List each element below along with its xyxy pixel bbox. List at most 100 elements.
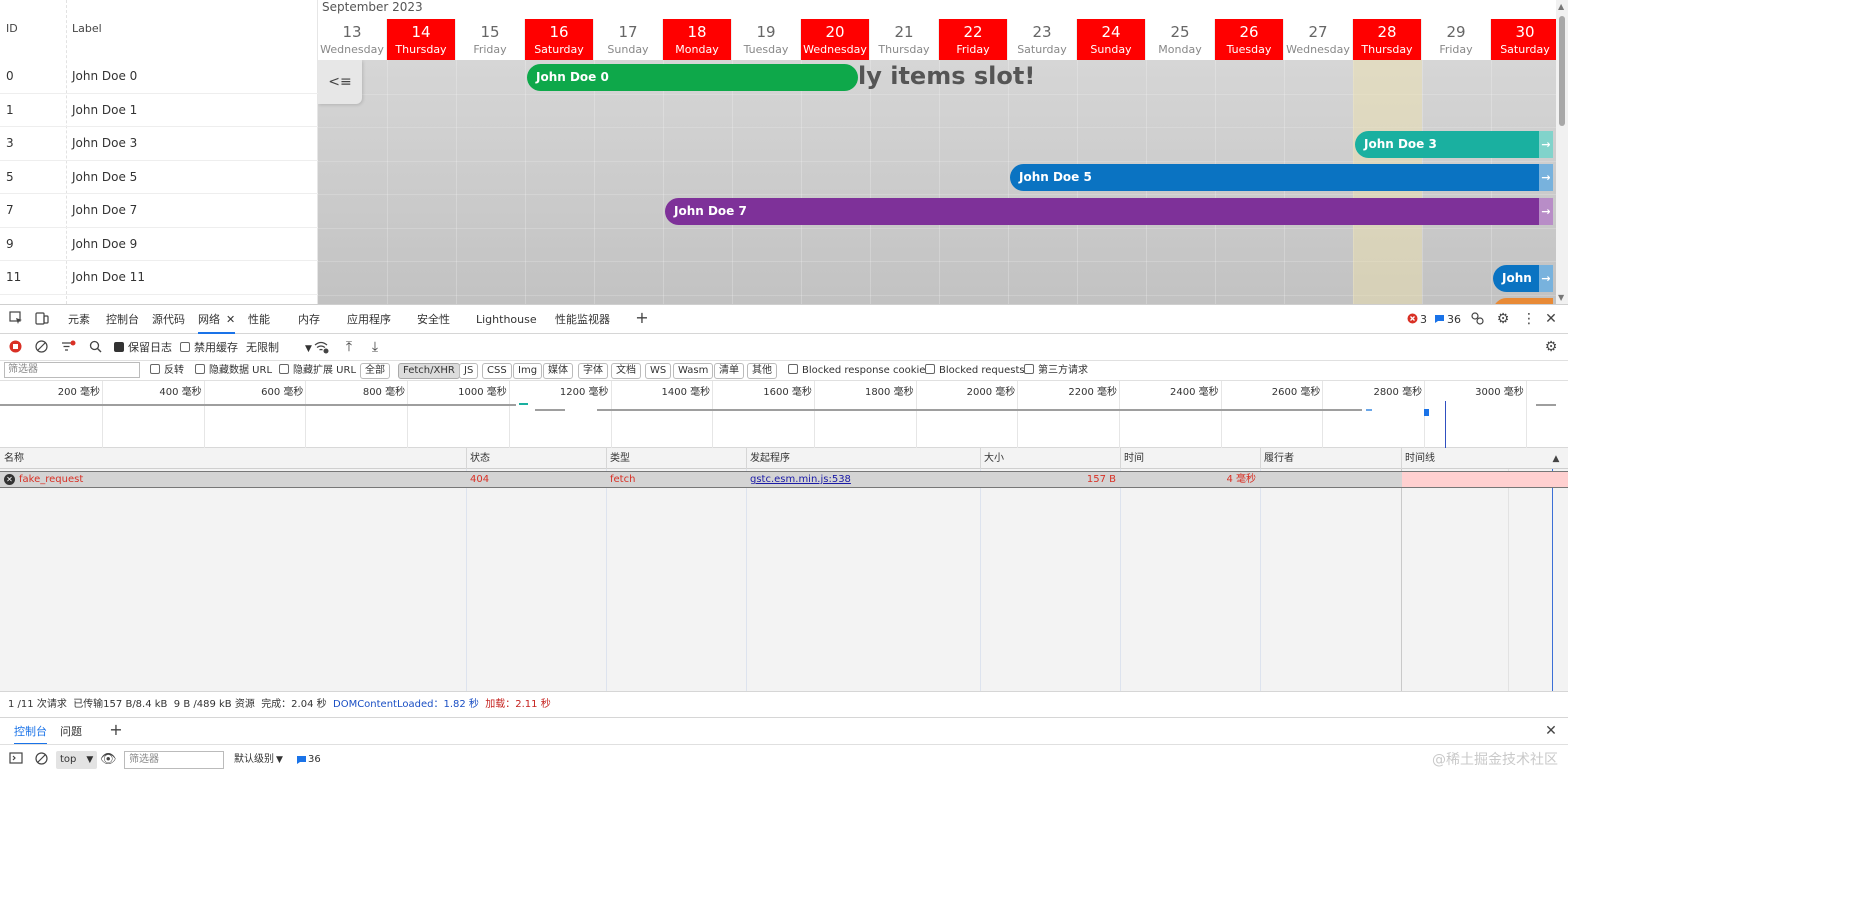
arrow-right-icon[interactable]: → [1539, 130, 1553, 158]
inspect-element-icon[interactable] [8, 311, 24, 327]
day-header-cell[interactable]: 21 Thursday [870, 19, 939, 60]
day-header-cell[interactable]: 20 Wednesday [801, 19, 870, 60]
day-header-cell[interactable]: 26 Tuesday [1215, 19, 1284, 60]
resource-type-chip[interactable]: Wasm [673, 363, 714, 379]
hide-data-url-checkbox[interactable]: 隐藏数据 URL [195, 361, 272, 381]
resource-type-chip[interactable]: JS [459, 363, 479, 379]
day-header-cell[interactable]: 17 Sunday [594, 19, 663, 60]
resource-type-chip[interactable]: Fetch/XHR [398, 363, 460, 379]
sync-icon[interactable] [1469, 311, 1485, 327]
network-overview-timeline[interactable]: 200 毫秒 400 毫秒 600 毫秒 800 毫秒 1000 毫秒 1200 毫秒 14… [0, 381, 1568, 448]
network-filter-input[interactable]: 筛选器 [4, 362, 140, 378]
device-toolbar-icon[interactable] [34, 311, 50, 327]
scrollbar-thumb[interactable] [1559, 16, 1565, 126]
day-header-cell[interactable]: 29 Friday [1422, 19, 1491, 60]
resource-type-chip[interactable]: 全部 [360, 363, 390, 379]
resource-type-chip[interactable]: CSS [482, 363, 512, 379]
list-header-id[interactable]: ID [6, 0, 18, 60]
checkbox-icon[interactable] [279, 364, 289, 374]
console-filter-input[interactable]: 筛选器 [124, 751, 224, 769]
list-item[interactable]: 1 John Doe 1 [0, 94, 318, 127]
checkbox-icon[interactable] [180, 342, 190, 352]
close-drawer-icon[interactable]: ✕ [1543, 723, 1559, 739]
gantt-bar[interactable]: John Doe 3 → [1355, 130, 1553, 158]
close-devtools-icon[interactable]: ✕ [1543, 311, 1559, 327]
throttling-select[interactable]: 无限制 ▼ [246, 334, 312, 361]
arrow-right-icon[interactable]: → [1539, 197, 1553, 225]
sort-ascending-icon[interactable]: ▲ [1550, 451, 1562, 465]
add-drawer-tab-plus-icon[interactable]: + [108, 722, 124, 740]
network-settings-gear-icon[interactable]: ⚙ [1543, 339, 1559, 355]
hide-ext-url-checkbox[interactable]: 隐藏扩展 URL [279, 361, 356, 381]
devtools-tab[interactable]: 控制台 [106, 305, 139, 334]
arrow-right-icon[interactable]: → [1539, 164, 1553, 191]
devtools-tab[interactable]: 元素 [68, 305, 90, 334]
list-item[interactable]: 5 John Doe 5 [0, 161, 318, 194]
checkbox-checked-icon[interactable] [114, 342, 124, 352]
list-item[interactable]: 11 John Doe 11 [0, 261, 318, 295]
devtools-tab[interactable]: 安全性 [417, 305, 450, 334]
more-tabs-plus-icon[interactable]: + [634, 310, 650, 328]
context-select[interactable]: top ▼ [56, 751, 98, 769]
gantt-scrollbar[interactable]: ▲ ▼ [1556, 0, 1568, 304]
dropdown-arrow-icon[interactable]: ▼ [305, 344, 312, 354]
error-count[interactable]: 3 [1420, 305, 1427, 334]
dropdown-arrow-icon[interactable]: ▼ [86, 755, 93, 765]
resource-type-chip[interactable]: Img [513, 363, 543, 379]
log-level-select[interactable]: 默认级别 ▼ [234, 745, 283, 773]
preserve-log-checkbox[interactable]: 保留日志 [114, 334, 172, 361]
column-header[interactable]: 时间线 [1401, 448, 1435, 469]
devtools-tab[interactable]: Lighthouse [476, 305, 537, 334]
devtools-tab[interactable]: 网络 ✕ [198, 305, 236, 334]
list-item[interactable]: 7 John Doe 7 [0, 194, 318, 228]
third-party-checkbox[interactable]: 第三方请求 [1024, 361, 1088, 381]
day-header-cell[interactable]: 14 Thursday [387, 19, 456, 60]
column-header[interactable]: 履行者 [1260, 448, 1294, 469]
arrow-right-icon[interactable]: → [1539, 264, 1553, 292]
blocked-cookies-checkbox[interactable]: Blocked response cookies [788, 361, 931, 381]
checkbox-icon[interactable] [195, 364, 205, 374]
message-icon[interactable] [1433, 312, 1445, 326]
resource-type-chip[interactable]: 字体 [578, 363, 608, 379]
dropdown-arrow-icon[interactable]: ▼ [276, 755, 283, 765]
day-header-cell[interactable]: 23 Saturday [1008, 19, 1077, 60]
clear-console-icon[interactable] [34, 752, 48, 768]
devtools-tab[interactable]: 源代码 [152, 305, 185, 334]
gantt-bar[interactable]: John Doe 0 [527, 63, 858, 91]
checkbox-icon[interactable] [788, 364, 798, 374]
search-icon[interactable] [88, 340, 102, 354]
checkbox-icon[interactable] [925, 364, 935, 374]
column-header[interactable]: 名称 [0, 448, 24, 469]
day-header-cell[interactable]: 16 Saturday [525, 19, 594, 60]
console-message-count[interactable]: 36 [308, 745, 321, 773]
day-header-cell[interactable]: 25 Monday [1146, 19, 1215, 60]
column-header[interactable]: 时间 [1120, 448, 1144, 469]
column-header[interactable]: 状态 [466, 448, 490, 469]
resource-type-chip[interactable]: WS [645, 363, 672, 379]
drawer-tab-issues[interactable]: 问题 [60, 718, 82, 745]
list-item[interactable]: 9 John Doe 9 [0, 228, 318, 261]
day-header-cell[interactable]: 18 Monday [663, 19, 732, 60]
scroll-down-icon[interactable]: ▼ [1558, 293, 1564, 302]
disable-cache-checkbox[interactable]: 禁用缓存 [180, 334, 238, 361]
checkbox-icon[interactable] [1024, 364, 1034, 374]
gantt-bar[interactable]: John → [1493, 264, 1553, 292]
request-name[interactable]: fake_request [19, 472, 83, 487]
toggle-list-button[interactable]: <≡ [318, 60, 362, 104]
message-icon[interactable] [295, 753, 307, 767]
export-har-icon[interactable]: ⤓ [368, 339, 382, 355]
list-item[interactable]: 0 John Doe 0 [0, 60, 318, 94]
column-header[interactable]: 类型 [606, 448, 630, 469]
day-header-cell[interactable]: 19 Tuesday [732, 19, 801, 60]
filter-icon[interactable] [60, 340, 76, 354]
table-row[interactable]: ✕ fake_request 404 fetch gstc.esm.min.js… [0, 471, 1568, 488]
resource-type-chip[interactable]: 清单 [714, 363, 744, 379]
close-tab-icon[interactable]: ✕ [226, 313, 235, 326]
clear-icon[interactable] [34, 340, 48, 354]
import-har-icon[interactable]: ⤒ [342, 339, 356, 355]
day-header-cell[interactable]: 24 Sunday [1077, 19, 1146, 60]
live-expression-eye-icon[interactable]: 👁 [100, 752, 117, 768]
column-header[interactable]: 大小 [980, 448, 1004, 469]
more-options-icon[interactable]: ⋮ [1521, 311, 1537, 327]
devtools-tab[interactable]: 性能 [248, 305, 270, 334]
